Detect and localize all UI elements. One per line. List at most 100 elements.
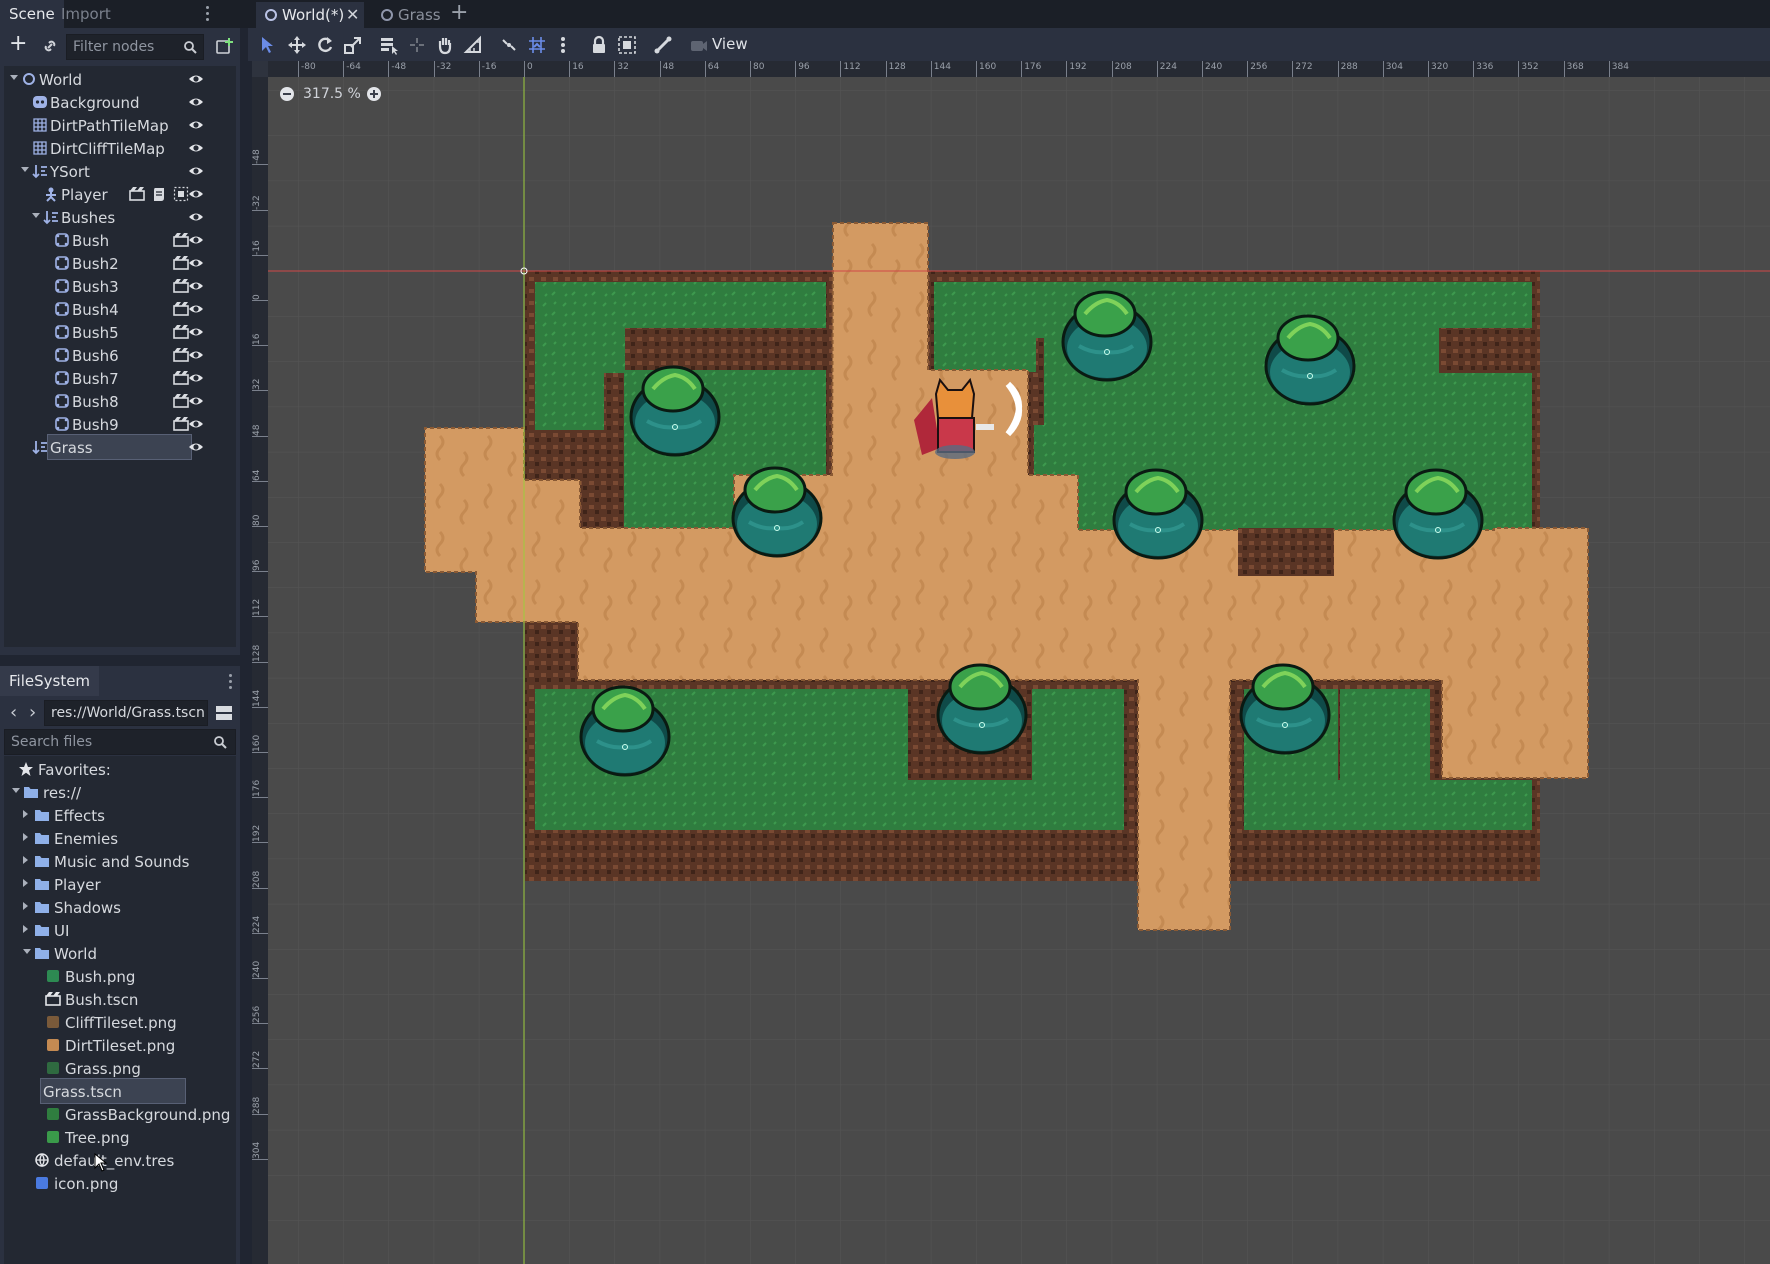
image-thumb-icon bbox=[47, 1039, 59, 1051]
eye-icon[interactable] bbox=[188, 278, 204, 294]
scene-node-label: Bush2 bbox=[72, 255, 119, 273]
ruler-mode-icon[interactable] bbox=[462, 34, 484, 56]
grid-snap-icon[interactable] bbox=[526, 34, 548, 56]
expand-arrow-icon[interactable] bbox=[21, 167, 29, 172]
instance-icon[interactable] bbox=[173, 416, 189, 432]
eye-icon[interactable] bbox=[188, 439, 204, 455]
scene-node-grass[interactable]: Grass bbox=[4, 434, 236, 460]
new-tab-icon[interactable]: + bbox=[450, 1, 468, 25]
collapsed-arrow-icon[interactable] bbox=[23, 902, 28, 910]
eye-icon[interactable] bbox=[188, 255, 204, 271]
pan-mode-icon[interactable] bbox=[434, 34, 456, 56]
rotate-mode-icon[interactable] bbox=[314, 34, 336, 56]
instance-icon[interactable] bbox=[173, 393, 189, 409]
scene-node-label: Bush8 bbox=[72, 393, 119, 411]
zoom-in-button[interactable] bbox=[367, 87, 381, 101]
expand-arrow-icon[interactable] bbox=[10, 75, 18, 80]
forward-arrow-icon[interactable]: › bbox=[29, 702, 36, 723]
zoom-level[interactable]: 317.5 % bbox=[303, 84, 361, 104]
collapsed-arrow-icon[interactable] bbox=[23, 833, 28, 841]
ruler-tick-label: -16 bbox=[478, 61, 497, 77]
ruler-tick-label: 16 bbox=[252, 316, 268, 347]
move-mode-icon[interactable] bbox=[286, 34, 308, 56]
canvas-viewport[interactable]: 317.5 % bbox=[252, 61, 1770, 1264]
sprite-icon bbox=[33, 96, 47, 108]
eye-icon[interactable] bbox=[188, 117, 204, 133]
expand-arrow-icon[interactable] bbox=[12, 788, 20, 793]
editor-tab-grass[interactable]: Grass bbox=[372, 2, 444, 28]
static-body-icon bbox=[55, 348, 69, 362]
select-mode-icon[interactable] bbox=[256, 34, 278, 56]
collapsed-arrow-icon[interactable] bbox=[23, 925, 28, 933]
expand-arrow-icon[interactable] bbox=[32, 213, 40, 218]
add-node-icon[interactable]: + bbox=[9, 32, 27, 56]
scene-dock-menu-icon[interactable] bbox=[206, 6, 210, 21]
image-thumb-icon bbox=[47, 970, 59, 982]
instance-icon[interactable] bbox=[173, 232, 189, 248]
lock-icon[interactable] bbox=[588, 34, 610, 56]
eye-icon[interactable] bbox=[188, 370, 204, 386]
tab-import[interactable]: Import bbox=[52, 0, 120, 28]
editor-tab-world[interactable]: World(*) ✕ bbox=[256, 2, 364, 28]
group-icon[interactable] bbox=[616, 34, 638, 56]
list-select-icon[interactable] bbox=[378, 34, 400, 56]
eye-icon[interactable] bbox=[188, 140, 204, 156]
eye-icon[interactable] bbox=[188, 94, 204, 110]
eye-icon[interactable] bbox=[188, 232, 204, 248]
link-icon[interactable] bbox=[42, 38, 58, 54]
canvas-toolbar: View bbox=[248, 28, 1770, 61]
static-body-icon bbox=[55, 233, 69, 247]
ruler-tick-label: 272 bbox=[252, 1039, 268, 1070]
file-label: Favorites: bbox=[38, 761, 111, 779]
eye-icon[interactable] bbox=[188, 324, 204, 340]
collapsed-arrow-icon[interactable] bbox=[23, 879, 28, 887]
ruler-tick-label: -32 bbox=[433, 61, 451, 77]
folder-icon bbox=[24, 787, 38, 798]
instance-scene-icon[interactable] bbox=[216, 37, 234, 55]
eye-icon[interactable] bbox=[188, 163, 204, 179]
filesystem-menu-icon[interactable] bbox=[229, 674, 233, 689]
script-icon[interactable] bbox=[151, 186, 167, 202]
eye-icon[interactable] bbox=[188, 393, 204, 409]
path-field[interactable]: res://World/Grass.tscn bbox=[44, 700, 208, 726]
close-tab-icon[interactable]: ✕ bbox=[346, 2, 359, 28]
smart-snap-icon[interactable] bbox=[498, 34, 520, 56]
group-icon[interactable] bbox=[173, 186, 189, 202]
instance-icon[interactable] bbox=[173, 255, 189, 271]
expand-arrow-icon[interactable] bbox=[23, 949, 31, 954]
scene-node-label: DirtCliffTileMap bbox=[50, 140, 165, 158]
vertical-ruler[interactable]: -48 -32 -16 0 16 32 48 64 80 96 112 128 144 160 176 192… bbox=[252, 61, 268, 1264]
collapsed-arrow-icon[interactable] bbox=[23, 810, 28, 818]
zoom-out-button[interactable] bbox=[280, 87, 294, 101]
instance-icon[interactable] bbox=[173, 278, 189, 294]
ysort-icon bbox=[32, 165, 47, 179]
eye-icon[interactable] bbox=[188, 71, 204, 87]
instance-icon[interactable] bbox=[173, 324, 189, 340]
search-files-input[interactable]: Search files bbox=[4, 729, 236, 755]
instance-icon[interactable] bbox=[173, 347, 189, 363]
back-arrow-icon[interactable]: ‹ bbox=[10, 702, 17, 723]
file-item-icon-png[interactable]: icon.png bbox=[4, 1170, 236, 1196]
bone-icon[interactable] bbox=[652, 34, 674, 56]
horizontal-ruler[interactable]: -80 -64 -48 -32 -16 0 16 32 48 64 80 96 112 128 144 160… bbox=[252, 61, 1770, 77]
ruler-tick-label: 48 bbox=[252, 406, 268, 437]
instance-icon[interactable] bbox=[173, 301, 189, 317]
eye-icon[interactable] bbox=[188, 301, 204, 317]
eye-icon[interactable] bbox=[188, 347, 204, 363]
instance-icon[interactable] bbox=[173, 370, 189, 386]
eye-icon[interactable] bbox=[188, 209, 204, 225]
pivot-mode-icon[interactable] bbox=[406, 34, 428, 56]
snap-options-icon[interactable] bbox=[552, 34, 574, 56]
collapsed-arrow-icon[interactable] bbox=[23, 856, 28, 864]
world-canvas[interactable] bbox=[252, 61, 1770, 1264]
tab-filesystem[interactable]: FileSystem bbox=[0, 666, 100, 696]
split-view-icon[interactable] bbox=[215, 704, 233, 722]
view-menu[interactable]: View bbox=[704, 32, 756, 57]
instance-icon[interactable] bbox=[129, 186, 145, 202]
ruler-tick-label: -80 bbox=[298, 61, 316, 77]
eye-icon[interactable] bbox=[188, 186, 204, 202]
scale-mode-icon[interactable] bbox=[342, 34, 364, 56]
filter-nodes-input[interactable]: Filter nodes bbox=[66, 34, 204, 60]
scene-file-icon bbox=[45, 992, 61, 1006]
eye-icon[interactable] bbox=[188, 416, 204, 432]
